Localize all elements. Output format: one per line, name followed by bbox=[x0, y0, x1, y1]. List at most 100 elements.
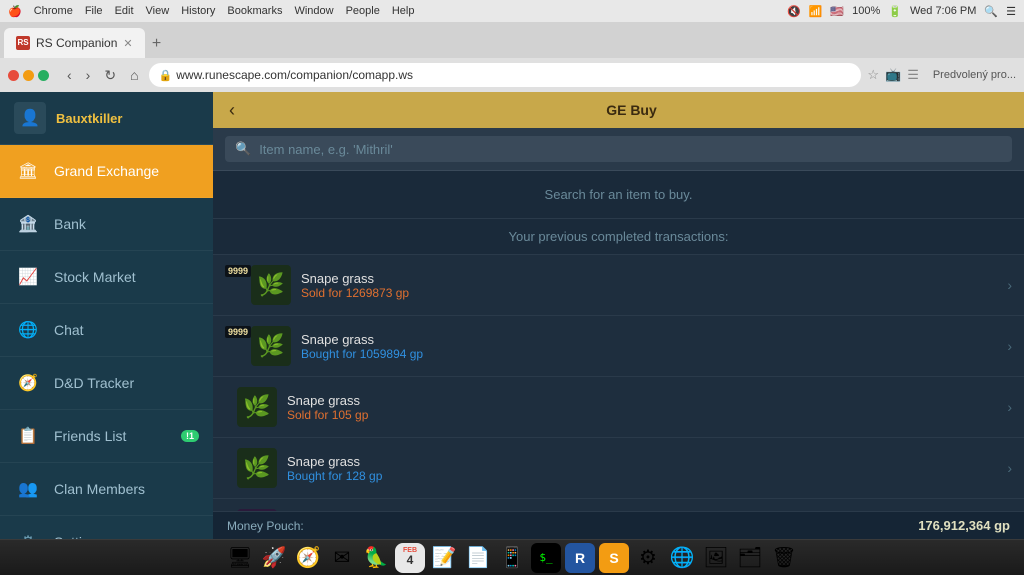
transaction-item-1[interactable]: 9999 Snape grass Sold for 1269873 gp › bbox=[213, 255, 1024, 316]
dock-system-prefs[interactable]: ⚙ bbox=[633, 543, 663, 573]
sidebar-item-chat[interactable]: 🌐 Chat bbox=[0, 304, 213, 357]
back-button[interactable]: ‹ bbox=[225, 100, 239, 121]
sidebar-label-stock-market: Stock Market bbox=[54, 269, 136, 285]
friends-list-icon: 📋 bbox=[14, 422, 42, 450]
dock-slides[interactable]: S bbox=[599, 543, 629, 573]
search-hint: Search for an item to buy. bbox=[213, 171, 1024, 219]
chrome-tabs-bar: RS RS Companion ✕ + bbox=[0, 22, 1024, 58]
content-body: Search for an item to buy. Your previous… bbox=[213, 171, 1024, 511]
tab-favicon: RS bbox=[16, 36, 30, 50]
nav-forward-button[interactable]: › bbox=[82, 65, 95, 85]
sidebar-label-dd-tracker: D&D Tracker bbox=[54, 375, 134, 391]
dock-calendar[interactable]: FEB 4 bbox=[395, 543, 425, 573]
chrome-menu-icon[interactable]: ☰ bbox=[907, 67, 919, 83]
search-bar-container: 🔍 bbox=[213, 128, 1024, 171]
window-minimize-btn[interactable] bbox=[23, 70, 34, 81]
search-spotlight-icon[interactable]: 🔍 bbox=[984, 5, 998, 18]
transaction-item-5[interactable]: Antifire flask (6) Sold for 17386 gp › bbox=[213, 499, 1024, 511]
search-icon: 🔍 bbox=[235, 141, 251, 157]
chevron-right-icon-4: › bbox=[1007, 460, 1012, 476]
item-price-2: Bought for 1059894 gp bbox=[301, 347, 999, 361]
dock-safari[interactable]: 🧭 bbox=[293, 543, 323, 573]
flag-icon: 🇺🇸 bbox=[830, 5, 844, 18]
chevron-right-icon-3: › bbox=[1007, 399, 1012, 415]
item-info-1: Snape grass Sold for 1269873 gp bbox=[301, 271, 999, 300]
menu-window[interactable]: Window bbox=[294, 5, 333, 18]
transaction-item-2[interactable]: 9999 Snape grass Bought for 1059894 gp › bbox=[213, 316, 1024, 377]
dock-app-store[interactable]: 📱 bbox=[497, 543, 527, 573]
money-amount: 176,912,364 gp bbox=[918, 518, 1010, 533]
sidebar-item-bank[interactable]: 🏦 Bank bbox=[0, 198, 213, 251]
menu-view[interactable]: View bbox=[146, 5, 170, 18]
item-name-4: Snape grass bbox=[287, 454, 999, 469]
mac-topbar: 🍎 Chrome File Edit View History Bookmark… bbox=[0, 0, 1024, 22]
search-input-wrapper: 🔍 bbox=[225, 136, 1012, 162]
tab-close-button[interactable]: ✕ bbox=[123, 37, 132, 50]
wifi-icon[interactable]: 📶 bbox=[809, 5, 823, 18]
sidebar-item-clan-members[interactable]: 👥 Clan Members bbox=[0, 463, 213, 516]
dock-reminders[interactable]: 📝 bbox=[429, 543, 459, 573]
dock-mail[interactable]: ✉ bbox=[327, 543, 357, 573]
dock-terminal[interactable]: $_ bbox=[531, 543, 561, 573]
dock-chrome[interactable]: 🌐 bbox=[667, 543, 697, 573]
dock-r-app[interactable]: R bbox=[565, 543, 595, 573]
dock-notes[interactable]: 📄 bbox=[463, 543, 493, 573]
sidebar-item-friends-list[interactable]: 📋 Friends List !1 bbox=[0, 410, 213, 463]
apple-menu[interactable]: 🍎 bbox=[8, 5, 22, 18]
notification-icon[interactable]: ☰ bbox=[1006, 5, 1016, 18]
stock-market-icon: 📈 bbox=[14, 263, 42, 291]
transaction-item-3[interactable]: Snape grass Sold for 105 gp › bbox=[213, 377, 1024, 438]
sidebar-label-bank: Bank bbox=[54, 216, 86, 232]
sidebar-item-settings[interactable]: ⚙ Settings bbox=[0, 516, 213, 539]
menu-bookmarks[interactable]: Bookmarks bbox=[227, 5, 282, 18]
item-price-4: Bought for 128 gp bbox=[287, 469, 999, 483]
dock-launchpad[interactable]: 🚀 bbox=[259, 543, 289, 573]
dock-finder[interactable]: 🖥 bbox=[225, 543, 255, 573]
window-maximize-btn[interactable] bbox=[38, 70, 49, 81]
sidebar-nav: 🏛 Grand Exchange 🏦 Bank 📈 Stock Market 🌐… bbox=[0, 145, 213, 539]
dock-trash[interactable]: 🗑 bbox=[769, 543, 799, 573]
dock-photos[interactable]: 🖼 bbox=[701, 543, 731, 573]
active-tab[interactable]: RS RS Companion ✕ bbox=[4, 28, 145, 58]
battery-percent: 100% bbox=[852, 5, 880, 17]
grand-exchange-icon: 🏛 bbox=[14, 157, 42, 185]
dock-finder-2[interactable]: 🗂 bbox=[735, 543, 765, 573]
sound-icon[interactable]: 🔇 bbox=[787, 5, 801, 18]
nav-back-button[interactable]: ‹ bbox=[63, 65, 76, 85]
menu-file[interactable]: File bbox=[85, 5, 103, 18]
url-text: www.runescape.com/companion/comapp.ws bbox=[176, 68, 413, 82]
battery-icon: 🔋 bbox=[888, 5, 902, 18]
window-close-btn[interactable] bbox=[8, 70, 19, 81]
money-pouch-label: Money Pouch: bbox=[227, 519, 304, 533]
nav-home-button[interactable]: ⌂ bbox=[126, 65, 142, 85]
main-header-title: GE Buy bbox=[251, 102, 1012, 118]
menu-people[interactable]: People bbox=[346, 5, 380, 18]
menu-chrome[interactable]: Chrome bbox=[34, 5, 73, 18]
search-input[interactable] bbox=[259, 142, 1002, 157]
sidebar-item-dd-tracker[interactable]: 🧭 D&D Tracker bbox=[0, 357, 213, 410]
main-content: ‹ GE Buy 🔍 Search for an item to buy. Yo… bbox=[213, 92, 1024, 539]
sidebar-item-stock-market[interactable]: 📈 Stock Market bbox=[0, 251, 213, 304]
cast-icon[interactable]: 📺 bbox=[885, 67, 901, 83]
item-info-2: Snape grass Bought for 1059894 gp bbox=[301, 332, 999, 361]
snape-grass-image-3 bbox=[239, 389, 275, 425]
item-icon-2 bbox=[251, 326, 291, 366]
sidebar-label-grand-exchange: Grand Exchange bbox=[54, 163, 159, 179]
sidebar-item-grand-exchange[interactable]: 🏛 Grand Exchange bbox=[0, 145, 213, 198]
menu-edit[interactable]: Edit bbox=[115, 5, 134, 18]
menu-history[interactable]: History bbox=[181, 5, 215, 18]
item-icon-4 bbox=[237, 448, 277, 488]
transaction-item-4[interactable]: Snape grass Bought for 128 gp › bbox=[213, 438, 1024, 499]
new-tab-button[interactable]: + bbox=[147, 34, 167, 54]
nav-refresh-button[interactable]: ↻ bbox=[100, 65, 120, 86]
bookmark-icon[interactable]: ☆ bbox=[867, 67, 879, 83]
item-name-2: Snape grass bbox=[301, 332, 999, 347]
sidebar-username: Bauxtkiller bbox=[56, 111, 122, 126]
dock-tweetbot[interactable]: 🦜 bbox=[361, 543, 391, 573]
item-name-1: Snape grass bbox=[301, 271, 999, 286]
app-container: 👤 Bauxtkiller 🏛 Grand Exchange 🏦 Bank 📈 … bbox=[0, 92, 1024, 539]
url-bar[interactable]: 🔒 www.runescape.com/companion/comapp.ws bbox=[149, 63, 862, 87]
item-info-4: Snape grass Bought for 128 gp bbox=[287, 454, 999, 483]
settings-icon: ⚙ bbox=[14, 528, 42, 539]
menu-help[interactable]: Help bbox=[392, 5, 415, 18]
